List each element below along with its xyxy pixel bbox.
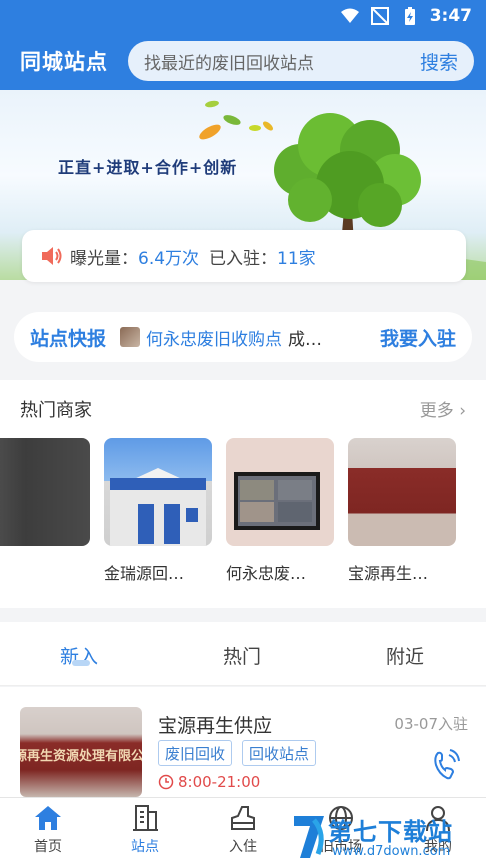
- list-item-tag: 废旧回收: [158, 740, 233, 766]
- checkin-icon: [231, 806, 255, 830]
- hot-merchants-section: 热门商家 更多 › 金瑞源回… 何永忠废… 宝源再生…: [0, 380, 486, 608]
- battery-charging-icon: [404, 7, 415, 25]
- merchant-name: 宝源再生…: [348, 564, 429, 583]
- search-button[interactable]: 搜索: [420, 48, 458, 75]
- top-bar: 同城站点 找最近的废旧回收站点 搜索: [0, 32, 486, 90]
- tab-nearby[interactable]: 附近: [386, 642, 424, 669]
- chevron-right-icon: ›: [459, 401, 466, 421]
- list-tabs: 新入 热门 附近: [0, 622, 486, 686]
- merchant-card[interactable]: 金瑞源回…: [104, 438, 212, 584]
- more-link[interactable]: 更多 ›: [420, 396, 466, 421]
- merchant-name: 何永忠废…: [226, 564, 307, 583]
- list-item-sign-text: 源再生资源处理有限公: [20, 749, 142, 764]
- merchant-card[interactable]: 何永忠废…: [226, 438, 334, 584]
- exposure-value: 6.4万次: [138, 248, 200, 269]
- nav-market[interactable]: 旧市场: [301, 804, 381, 856]
- news-avatar: [120, 327, 141, 347]
- bottom-nav: 首页 站点 入住 旧市场 我的: [0, 797, 486, 864]
- merchant-image: [348, 438, 456, 546]
- merchant-list: 源再生资源处理有限公 宝源再生供应 03-07入驻 废旧回收 回收站点 8:00…: [0, 687, 486, 797]
- merchant-card[interactable]: [0, 438, 90, 560]
- merchant-image: [104, 438, 212, 546]
- nav-stations[interactable]: 站点: [105, 804, 185, 856]
- merchant-name: 金瑞源回…: [104, 564, 185, 583]
- user-icon: [426, 806, 450, 832]
- nav-mine-label: 我的: [424, 839, 452, 855]
- phone-icon[interactable]: [432, 749, 460, 781]
- status-time: 3:47: [429, 6, 472, 26]
- hours-text: 8:00-21:00: [178, 773, 261, 791]
- list-item-image: 源再生资源处理有限公: [20, 707, 142, 797]
- nav-market-label: 旧市场: [320, 839, 362, 855]
- speaker-icon: [42, 247, 62, 265]
- merchant-image: [0, 438, 90, 546]
- active-tab-indicator: [72, 660, 90, 666]
- list-item-date: 03-07入驻: [394, 715, 468, 733]
- no-signal-icon: [370, 7, 389, 25]
- city-title[interactable]: 同城站点: [20, 46, 108, 76]
- nav-home[interactable]: 首页: [8, 804, 88, 856]
- nav-home-label: 首页: [34, 839, 62, 855]
- list-item-hours: 8:00-21:00: [158, 773, 260, 791]
- hot-merchants-title: 热门商家: [20, 400, 92, 421]
- banner-slogan: 正直+进取+合作+创新: [58, 158, 238, 177]
- home-icon: [35, 806, 61, 830]
- more-label: 更多: [419, 401, 454, 421]
- wifi-icon: [340, 8, 359, 23]
- building-icon: [133, 805, 158, 831]
- join-button[interactable]: 我要入驻: [380, 324, 456, 351]
- list-item-title: 宝源再生供应: [158, 715, 273, 737]
- nav-stations-label: 站点: [131, 839, 159, 855]
- status-bar: 3:47: [0, 0, 486, 32]
- list-item-tag: 回收站点: [242, 740, 317, 766]
- nav-checkin-label: 入住: [229, 839, 257, 855]
- nav-mine[interactable]: 我的: [398, 804, 478, 856]
- globe-icon: [329, 806, 353, 830]
- news-card[interactable]: 站点快报 何永忠废旧收购点 成… 我要入驻: [14, 312, 472, 362]
- news-text[interactable]: 何永忠废旧收购点: [146, 325, 282, 350]
- clock-icon: [158, 774, 174, 790]
- merchant-image: [226, 438, 334, 546]
- joined-label: 已入驻：: [209, 248, 278, 269]
- search-input[interactable]: 找最近的废旧回收站点: [144, 49, 314, 74]
- nav-checkin[interactable]: 入住: [203, 804, 283, 856]
- news-suffix: 成…: [288, 329, 323, 350]
- exposure-label: 曝光量：: [70, 248, 138, 269]
- stats-card: 曝光量： 6.4万次 已入驻： 11家: [22, 230, 466, 282]
- search-bar[interactable]: 找最近的废旧回收站点 搜索: [128, 41, 474, 81]
- joined-value: 11家: [277, 248, 316, 269]
- tab-hot[interactable]: 热门: [223, 642, 261, 669]
- merchant-card[interactable]: 宝源再生…: [348, 438, 456, 584]
- news-title: 站点快报: [30, 327, 107, 350]
